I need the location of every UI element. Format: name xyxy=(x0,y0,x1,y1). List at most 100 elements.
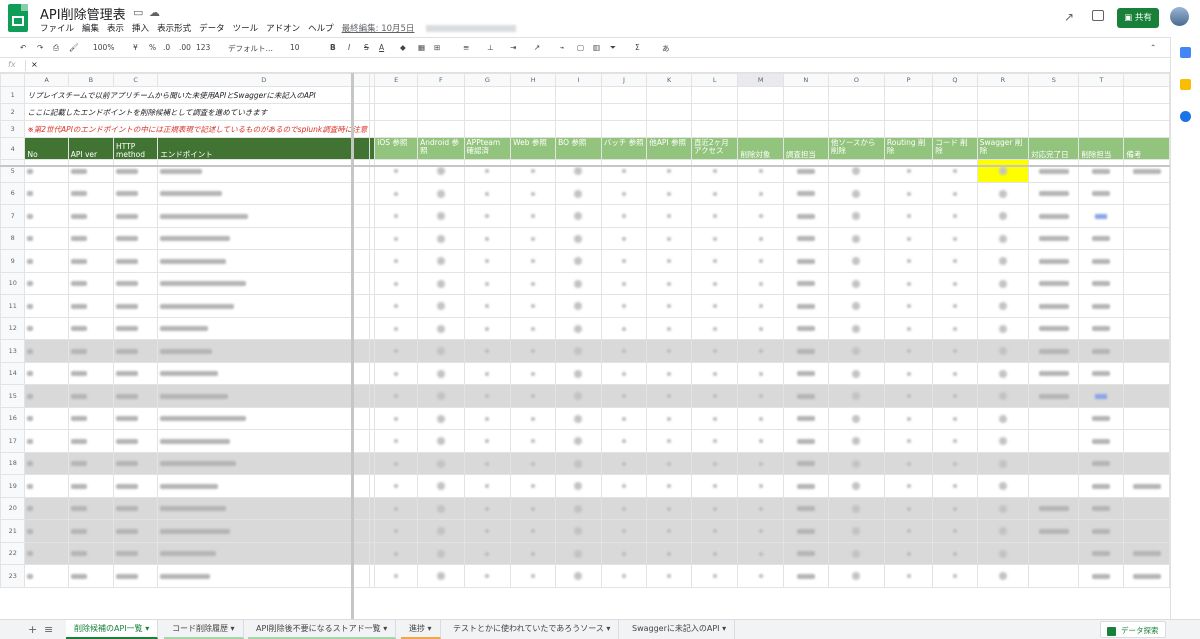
cell-recent-access[interactable] xyxy=(690,519,739,543)
cell-delete-target[interactable] xyxy=(737,564,784,588)
row-number[interactable]: 21 xyxy=(0,519,26,543)
cell-notes[interactable] xyxy=(1123,226,1170,250)
row-number[interactable]: 22 xyxy=(0,541,26,565)
cell-endpoint[interactable] xyxy=(157,316,371,340)
header-ios[interactable]: iOS 参照 xyxy=(374,137,419,160)
cell-no[interactable] xyxy=(24,249,69,273)
cell-method[interactable] xyxy=(113,496,159,520)
cell-recent-access[interactable] xyxy=(690,384,739,408)
cell-notes[interactable] xyxy=(1123,204,1170,228)
cell-api-ver[interactable] xyxy=(67,519,115,543)
cell-investigator[interactable] xyxy=(782,316,829,340)
cell-android[interactable] xyxy=(417,541,465,565)
cell-routing[interactable] xyxy=(883,316,934,340)
cell-notes[interactable] xyxy=(1123,519,1170,543)
cell-method[interactable] xyxy=(113,564,159,588)
cell-code[interactable] xyxy=(932,316,978,340)
cell-endpoint[interactable] xyxy=(157,361,371,385)
cell-delete-target[interactable] xyxy=(737,541,784,565)
cell-notes[interactable] xyxy=(1123,406,1170,430)
cell-other-source[interactable] xyxy=(827,271,885,295)
tasks-icon[interactable] xyxy=(1180,111,1191,122)
header-appteam[interactable]: APPteam 確認済 xyxy=(463,137,512,160)
strikethrough-button[interactable]: S xyxy=(364,43,369,52)
cell-appteam[interactable] xyxy=(463,271,512,295)
cell-delete-target[interactable] xyxy=(737,429,784,453)
cell-done-date[interactable] xyxy=(1028,249,1080,273)
cell-ios[interactable] xyxy=(374,181,419,205)
cell-android[interactable] xyxy=(417,271,465,295)
cell-api-ver[interactable] xyxy=(67,316,115,340)
cell-deleter[interactable] xyxy=(1078,564,1125,588)
cell-other-api[interactable] xyxy=(646,271,692,295)
cell-delete-target[interactable] xyxy=(737,181,784,205)
cell-appteam[interactable] xyxy=(463,519,512,543)
cell-done-date[interactable] xyxy=(1028,361,1080,385)
cell-web[interactable] xyxy=(510,496,557,520)
cell-routing[interactable] xyxy=(883,181,934,205)
cell-code[interactable] xyxy=(932,204,978,228)
cell-bo[interactable] xyxy=(555,384,602,408)
cell-recent-access[interactable] xyxy=(690,181,739,205)
cell-android[interactable] xyxy=(417,204,465,228)
cell-code[interactable] xyxy=(932,271,978,295)
col-header-M[interactable]: M xyxy=(737,73,784,87)
warning-note-cell[interactable]: ※第2世代APIのエンドポイントの中には正規表現で記述しているものがあるのでsp… xyxy=(24,120,371,138)
cell-other-source[interactable] xyxy=(827,294,885,318)
cell-delete-target[interactable] xyxy=(737,384,784,408)
share-button[interactable]: ▣ 共有 xyxy=(1117,8,1159,28)
col-header-P[interactable]: P xyxy=(883,73,934,87)
tab-progress[interactable]: 進捗 ▾ xyxy=(401,620,441,639)
row-number[interactable]: 17 xyxy=(0,429,26,453)
cell-delete-target[interactable] xyxy=(737,339,784,363)
cell-swagger[interactable] xyxy=(976,541,1030,565)
cell-recent-access[interactable] xyxy=(690,451,739,475)
header-bo[interactable]: BO 参照 xyxy=(555,137,602,160)
cell-investigator[interactable] xyxy=(782,226,829,250)
col-header-F[interactable]: F xyxy=(417,73,465,87)
header-endpoint[interactable]: エンドポイント xyxy=(157,137,371,160)
cell-api-ver[interactable] xyxy=(67,339,115,363)
cell-delete-target[interactable] xyxy=(737,204,784,228)
cell-ios[interactable] xyxy=(374,271,419,295)
select-all-corner[interactable] xyxy=(0,73,26,87)
cell-investigator[interactable] xyxy=(782,384,829,408)
document-title[interactable]: API削除管理表 xyxy=(40,4,126,23)
cell-notes[interactable] xyxy=(1123,451,1170,475)
cell-deleter[interactable] xyxy=(1078,361,1125,385)
move-folder-icon[interactable]: ▭ xyxy=(133,6,143,19)
cell-api-ver[interactable] xyxy=(67,159,115,183)
cell-deleter[interactable] xyxy=(1078,316,1125,340)
cell-ios[interactable] xyxy=(374,474,419,498)
cell-web[interactable] xyxy=(510,339,557,363)
fill-color-icon[interactable]: ◆ xyxy=(400,43,406,52)
cell-swagger[interactable] xyxy=(976,361,1030,385)
cell-api-ver[interactable] xyxy=(67,496,115,520)
cell-other-api[interactable] xyxy=(646,474,692,498)
col-header-J[interactable]: J xyxy=(600,73,648,87)
cell-bo[interactable] xyxy=(555,496,602,520)
col-header-I[interactable]: I xyxy=(555,73,602,87)
header-web[interactable]: Web 参照 xyxy=(510,137,557,160)
cell-recent-access[interactable] xyxy=(690,159,739,183)
frozen-column-divider[interactable] xyxy=(351,73,354,619)
cloud-status-icon[interactable]: ☁ xyxy=(149,6,160,19)
cell-deleter[interactable] xyxy=(1078,249,1125,273)
cell-ios[interactable] xyxy=(374,541,419,565)
cell-method[interactable] xyxy=(113,429,159,453)
header-done-date[interactable]: 対応完了日 xyxy=(1028,137,1080,160)
col-header-B[interactable]: B xyxy=(67,73,115,87)
col-header-C[interactable]: C xyxy=(113,73,159,87)
row-number[interactable]: 1 xyxy=(0,86,26,104)
cell-android[interactable] xyxy=(417,429,465,453)
cell-method[interactable] xyxy=(113,226,159,250)
cell-investigator[interactable] xyxy=(782,564,829,588)
cell-bo[interactable] xyxy=(555,474,602,498)
cell-done-date[interactable] xyxy=(1028,564,1080,588)
cell-investigator[interactable] xyxy=(782,361,829,385)
cell-endpoint[interactable] xyxy=(157,564,371,588)
cell-recent-access[interactable] xyxy=(690,271,739,295)
cell-code[interactable] xyxy=(932,541,978,565)
col-header-U[interactable] xyxy=(1123,73,1170,87)
cell-endpoint[interactable] xyxy=(157,204,371,228)
